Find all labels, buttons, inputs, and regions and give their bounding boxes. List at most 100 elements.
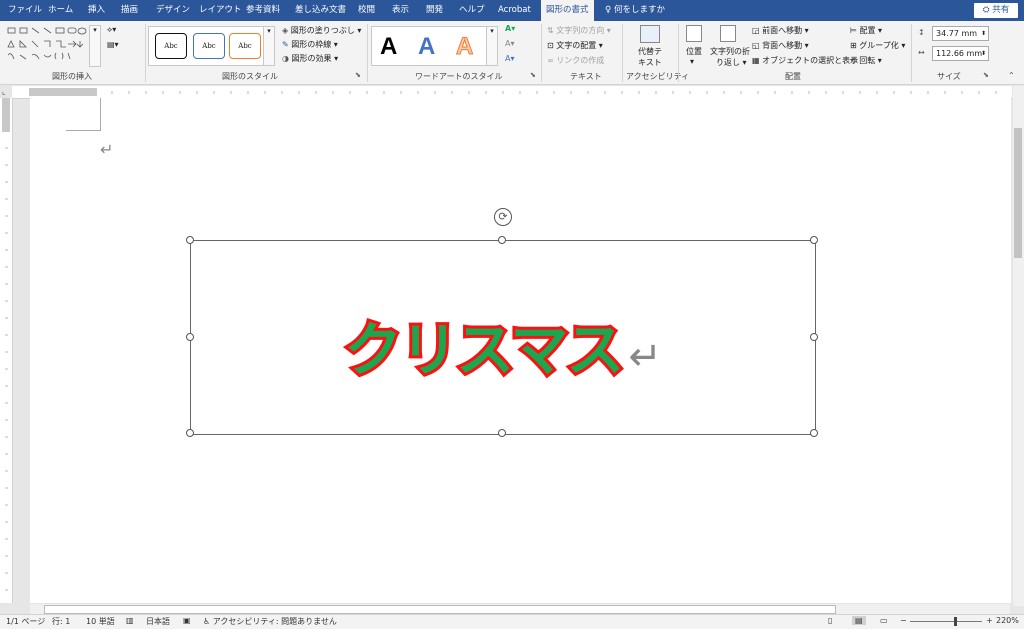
tab-design[interactable]: デザイン [156,0,190,21]
collapse-ribbon-icon[interactable]: ⌃ [1008,71,1015,80]
zoom-level[interactable]: 220% [996,616,1019,625]
horizontal-scroll-thumb[interactable] [44,605,836,614]
resize-handle-l[interactable] [186,333,194,341]
text-box-icon[interactable]: ▤▾ [107,40,119,49]
tab-file[interactable]: ファイル [8,0,42,21]
text-effects-icon[interactable]: A▾ [505,54,515,63]
wordart-gallery-more[interactable]: ▾ [486,26,498,66]
text-outline-icon[interactable]: A▾ [505,39,515,48]
line-number: 行: 1 [52,617,71,626]
arrange-group-label: 配置 [785,72,801,81]
wordart-text[interactable]: クリスマス [341,313,627,387]
zoom-slider[interactable] [910,617,982,626]
accessibility-status[interactable]: ♿ アクセシビリティ: 問題ありません [203,616,337,627]
resize-handle-bl[interactable] [186,429,194,437]
shape-fill-button[interactable]: ◈ 図形の塗りつぶし ▾ [282,25,361,36]
text-align-button[interactable]: ⊡ 文字の配置 ▾ [547,40,603,51]
wordart-style-black[interactable]: A [380,33,397,61]
tab-home[interactable]: ホーム [48,0,73,21]
document-page[interactable]: ↵ クリスマス ↵ ⟳ [30,98,1011,603]
vertical-scrollbar[interactable] [1013,86,1024,606]
wordart-style-blue[interactable]: A [418,33,435,61]
print-layout-icon[interactable]: ▤ [852,616,866,625]
web-layout-icon[interactable]: ▭ [880,616,888,625]
wrap-text-label-1[interactable]: 文字列の折 [710,46,750,57]
alt-text-label-2[interactable]: キスト [638,57,662,68]
position-dropdown[interactable]: ▾ [690,57,694,66]
position-button[interactable]: 位置 [686,46,702,57]
spinner-icon[interactable]: ⬍ [981,47,986,60]
shapes-gallery[interactable] [6,25,90,65]
resize-handle-r[interactable] [810,333,818,341]
tab-draw[interactable]: 描画 [121,0,138,21]
resize-handle-t[interactable] [498,236,506,244]
send-backward-button[interactable]: ◱ 背面へ移動 ▾ [752,40,809,51]
shape-style-blue[interactable]: Abc [193,33,225,59]
shape-outline-button[interactable]: ✎ 図形の枠線 ▾ [282,39,338,50]
group-button[interactable]: ⊞ グループ化 ▾ [850,40,905,51]
shape-style-black[interactable]: Abc [155,33,187,59]
align-icon: ⊨ [850,26,857,35]
height-value: 34.77 mm [936,29,978,38]
separator [678,24,679,82]
alt-text-label-1[interactable]: 代替テ [638,46,662,57]
read-mode-icon[interactable]: ▯ [828,616,832,625]
resize-handle-br[interactable] [810,429,818,437]
vertical-ruler[interactable] [0,98,13,603]
bring-forward-button[interactable]: ◲ 前面へ移動 ▾ [752,25,809,36]
language[interactable]: 日本語 [146,616,170,627]
rotate-handle-icon[interactable]: ⟳ [494,208,512,226]
horizontal-scrollbar[interactable] [30,604,1010,614]
tab-layout[interactable]: レイアウト [199,0,242,21]
zoom-out-icon[interactable]: − [900,616,907,625]
wrap-text-icon[interactable] [720,25,736,42]
tab-review[interactable]: 校閲 [358,0,375,21]
selection-pane-button[interactable]: ▦ オブジェクトの選択と表示 [752,55,858,66]
vertical-scroll-thumb[interactable] [1014,128,1022,258]
resize-handle-tl[interactable] [186,236,194,244]
dialog-launcher-icon[interactable]: ⬊ [983,71,989,79]
shape-styles-more[interactable]: ▾ [263,26,275,66]
tab-acrobat[interactable]: Acrobat [498,0,531,21]
share-button[interactable]: ⛭ 共有 [974,3,1018,18]
edit-shape-icon[interactable]: ⟡▾ [107,25,116,35]
tell-me-search[interactable]: ♀ 何をしますか [605,0,665,21]
text-align-label: 文字の配置 [556,41,597,50]
tab-help[interactable]: ヘルプ [459,0,485,21]
spinner-icon[interactable]: ⬍ [981,27,986,40]
shape-effects-button[interactable]: ◑ 図形の効果 ▾ [282,53,338,64]
tab-shape-format[interactable]: 図形の書式 [541,0,594,21]
create-link-button[interactable]: ∞ リンクの作成 [547,55,604,66]
macro-icon[interactable]: ▣ [183,616,191,625]
wrap-text-label-2[interactable]: り返し ▾ [716,57,747,68]
tab-view[interactable]: 表示 [392,0,409,21]
tab-developer[interactable]: 開発 [426,0,443,21]
height-field[interactable]: 34.77 mm ⬍ [932,26,989,41]
proofing-icon[interactable]: ▥ [126,616,134,625]
word-count[interactable]: 10 単語 [86,616,115,627]
text-fill-icon[interactable]: A▾ [505,24,515,33]
page-count[interactable]: 1/1 ページ [6,616,45,627]
wordart-textbox[interactable]: クリスマス ↵ [190,240,816,435]
width-field[interactable]: 112.66 mm ⬍ [932,46,989,61]
wordart-style-orange[interactable]: A [455,33,473,61]
position-icon[interactable] [686,25,702,42]
shapes-gallery-more[interactable]: ▾ [89,25,101,67]
resize-handle-tr[interactable] [810,236,818,244]
align-button[interactable]: ⊨ 配置 ▾ [850,25,882,36]
rotate-button[interactable]: ⟲ 回転 ▾ [850,55,882,66]
tab-mailings[interactable]: 差し込み文書 [295,0,346,21]
alt-text-icon[interactable] [640,25,660,43]
tab-insert[interactable]: 挿入 [88,0,105,21]
dialog-launcher-icon[interactable]: ⬊ [355,71,361,79]
shape-style-orange[interactable]: Abc [229,33,261,59]
tab-references[interactable]: 参考資料 [246,0,280,21]
zoom-in-icon[interactable]: + [986,616,993,625]
paragraph-mark: ↵ [100,140,114,159]
zoom-slider-thumb[interactable] [954,617,957,626]
dialog-launcher-icon[interactable]: ⬊ [530,71,536,79]
wordart-paragraph-mark: ↵ [628,334,662,380]
tab-selector-icon[interactable]: ⌞ [2,87,6,96]
resize-handle-b[interactable] [498,429,506,437]
text-direction-button[interactable]: ⇅ 文字列の方向 ▾ [547,25,611,36]
